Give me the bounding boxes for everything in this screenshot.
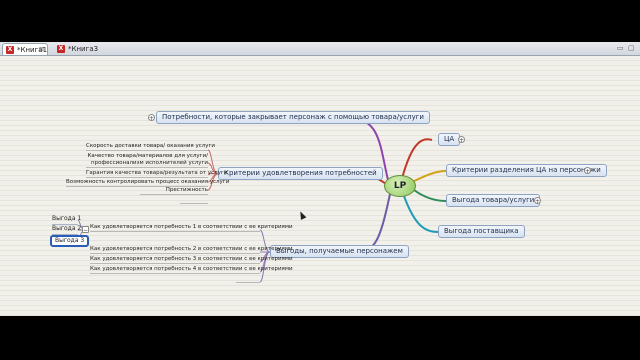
app-window: X *Книга1 ⊠ X *Книга3 ▭ ▢ LP ЦА + Критер… [0, 42, 640, 316]
benefit-label-2[interactable]: Выгода 2 [52, 224, 81, 235]
expand-icon[interactable]: + [584, 167, 591, 175]
tab-label: *Книга3 [68, 45, 99, 53]
benefit-label-3-selected[interactable]: Выгода 3 [50, 235, 90, 247]
criteria-empty-item[interactable] [180, 196, 208, 204]
xmind-file-icon: X [57, 45, 65, 53]
expand-icon[interactable]: + [534, 197, 541, 205]
criteria-item[interactable]: Гарантия качества товара/результата от у… [86, 169, 227, 178]
collapse-icon[interactable]: − [82, 226, 89, 234]
expand-icon[interactable]: + [458, 136, 465, 144]
topic-segmentation-criteria[interactable]: Критерии разделения ЦА на персонажи [446, 164, 607, 177]
criteria-item[interactable]: Скорость доставки товара/ оказания услуг… [86, 142, 215, 151]
topic-supplier-benefit[interactable]: Выгода поставщика [438, 225, 525, 238]
close-icon[interactable]: ⊠ [39, 44, 44, 56]
mindmap-canvas[interactable]: LP ЦА + Критерии разделения ЦА на персон… [0, 56, 640, 316]
tab-kniga3[interactable]: X *Книга3 [54, 43, 99, 55]
maximize-icon[interactable]: ▢ [628, 44, 635, 53]
tab-bar: X *Книга1 ⊠ X *Книга3 ▭ ▢ [0, 42, 640, 56]
tab-kniga1[interactable]: X *Книга1 ⊠ [2, 43, 48, 55]
expand-icon[interactable]: + [148, 114, 155, 122]
criteria-item[interactable]: Престижность [140, 186, 208, 195]
topic-satisfaction-criteria[interactable]: Критерии удовлетворения потребностей [218, 167, 383, 180]
root-topic[interactable]: LP [384, 175, 416, 197]
xmind-file-icon: X [6, 46, 14, 54]
minimize-icon[interactable]: ▭ [617, 44, 624, 53]
benefit-empty-item[interactable] [236, 275, 260, 283]
criteria-item[interactable]: профессионализм исполнителей услуги [86, 159, 208, 168]
benefit-need-item[interactable]: Как удовлетворяется потребность 3 в соот… [90, 255, 293, 264]
topic-needs[interactable]: Потребности, которые закрывает персонаж … [156, 111, 430, 124]
benefit-need-item[interactable]: Как удовлетворяется потребность 2 в соот… [90, 245, 293, 254]
topic-ca[interactable]: ЦА [438, 133, 461, 146]
benefit-need-item[interactable]: Как удовлетворяется потребность 4 в соот… [90, 265, 293, 274]
benefit-need-item[interactable]: Как удовлетворяется потребность 1 в соот… [90, 223, 293, 232]
topic-product-benefit[interactable]: Выгода товара/услуги [446, 194, 541, 207]
